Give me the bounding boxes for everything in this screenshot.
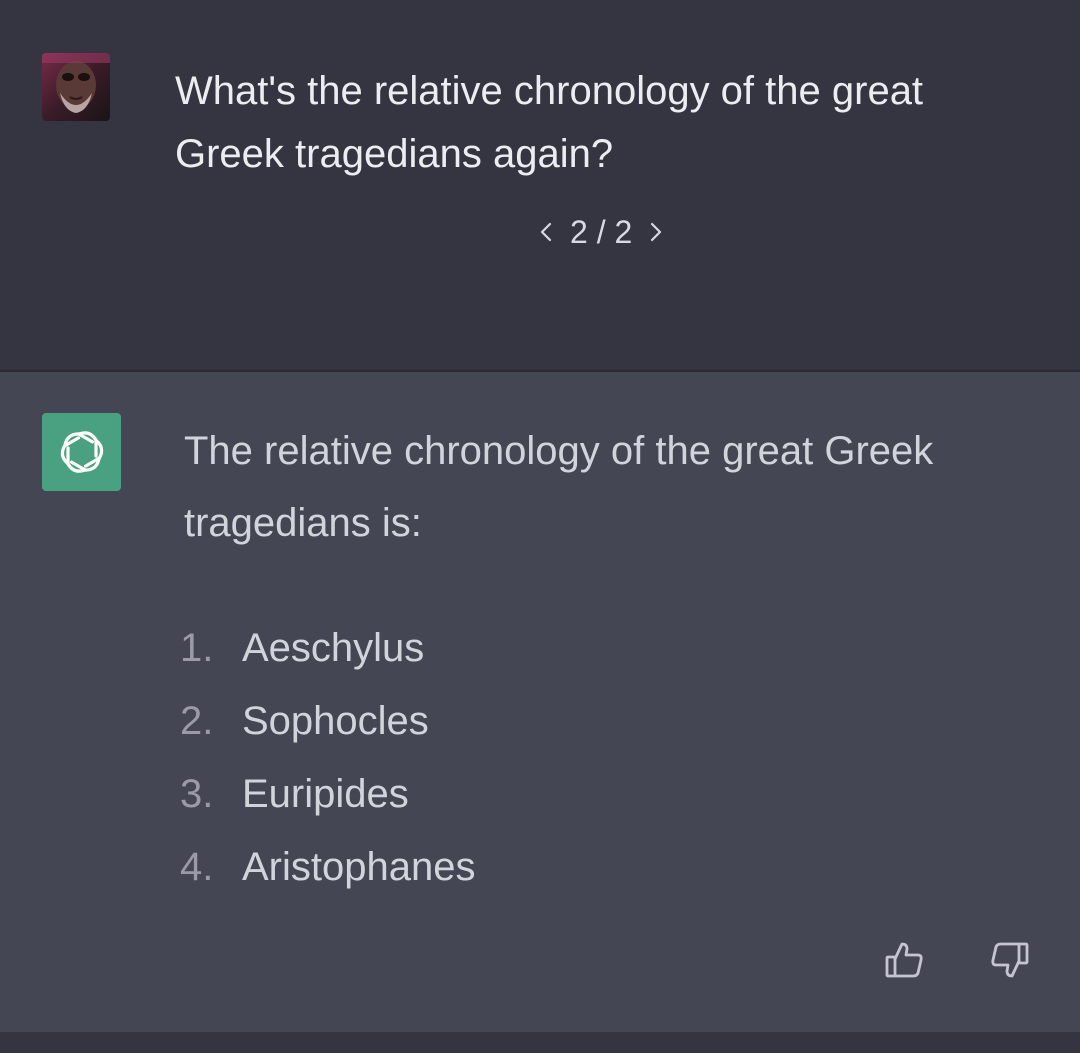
list-item: 4. Aristophanes: [180, 831, 475, 904]
chevron-left-icon[interactable]: [536, 217, 556, 247]
bottom-bar: [0, 1032, 1080, 1053]
list-item-label: Aristophanes: [242, 845, 476, 889]
openai-logo-icon: [42, 413, 121, 491]
list-item-label: Sophocles: [242, 699, 429, 743]
list-item-label: Euripides: [242, 772, 409, 816]
thumbs-down-icon: [991, 942, 1029, 978]
pager-current: 2: [570, 213, 588, 250]
pager-separator: /: [596, 213, 606, 250]
user-avatar: [42, 53, 110, 121]
user-message-text: What's the relative chronology of the gr…: [175, 69, 924, 176]
thumbs-up-icon: [885, 942, 923, 978]
list-item-number: 1.: [180, 626, 214, 670]
thumbs-up-button[interactable]: [880, 936, 928, 984]
list-item-number: 4.: [180, 845, 214, 889]
user-message: What's the relative chronology of the gr…: [0, 12, 1080, 370]
pager-label: 2 / 2: [570, 214, 632, 251]
pager-total: 2: [614, 213, 633, 250]
answer-list: 1. Aeschylus 2. Sophocles 3. Euripides 4…: [180, 612, 475, 904]
list-item-label: Aeschylus: [242, 626, 425, 670]
list-item: 1. Aeschylus: [180, 612, 475, 685]
assistant-intro-text: The relative chronology of the great Gre…: [184, 429, 934, 545]
response-pager: 2 / 2: [536, 202, 666, 262]
thumbs-down-button[interactable]: [986, 936, 1034, 984]
chevron-right-icon[interactable]: [646, 217, 666, 247]
assistant-message: The relative chronology of the great Gre…: [0, 372, 1080, 1032]
list-item-number: 3.: [180, 772, 214, 816]
list-item: 3. Euripides: [180, 758, 475, 831]
list-item: 2. Sophocles: [180, 685, 475, 758]
list-item-number: 2.: [180, 699, 214, 743]
